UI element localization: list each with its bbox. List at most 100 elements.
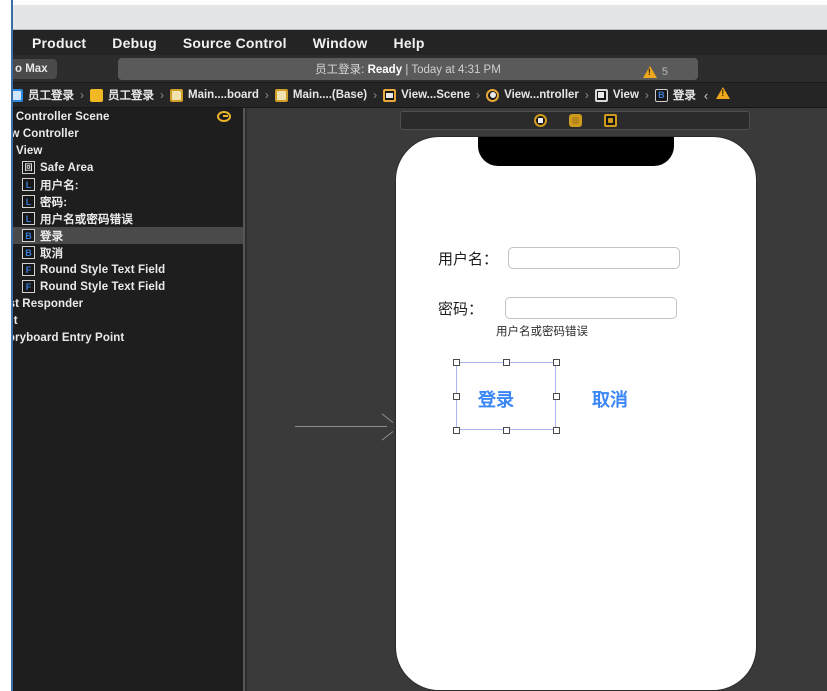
device-preview[interactable]: 用户名： 密码： 用户名或密码错误 登录 取消 [395, 136, 757, 691]
menu-bar[interactable]: Product Debug Source Control Window Help [0, 30, 827, 55]
breadcrumb-item-folder[interactable]: 员工登录 [90, 87, 154, 103]
outline-row[interactable]: F Round Style Text Field [0, 278, 243, 295]
outline-row[interactable]: toryboard Entry Point [0, 329, 243, 346]
selection-handle-bottom-right[interactable] [553, 427, 560, 434]
drag-connection-arrow [295, 412, 394, 441]
outline-row[interactable]: View [0, 142, 243, 159]
breadcrumb-item-view-controller[interactable]: View...ntroller [486, 88, 579, 102]
username-row: 用户名： [438, 247, 681, 269]
warning-count: 5 [661, 66, 668, 78]
breadcrumb-separator: › [644, 88, 649, 102]
breadcrumb-back-chevron-icon[interactable]: ‹ [704, 88, 708, 103]
breadcrumb-label: 员工登录 [28, 90, 74, 102]
outline-item-type-icon: F [22, 280, 35, 293]
outline-item-label: Safe Area [40, 161, 94, 174]
outline-item-label: 取消 [40, 247, 64, 260]
selection-handle-top-right[interactable] [553, 359, 560, 366]
login-button[interactable]: 登录 [478, 386, 514, 412]
activity-timestamp: Today at 4:31 PM [411, 64, 501, 76]
outline-row[interactable]: B 取消 [0, 244, 243, 261]
view-icon [594, 88, 608, 102]
outline-item-label: 用户名或密码错误 [40, 213, 133, 226]
scene-icon [383, 88, 397, 102]
outline-item-type-icon: L [22, 195, 35, 208]
view-controller-icon [486, 88, 500, 102]
storyboard-canvas[interactable]: 用户名： 密码： 用户名或密码错误 登录 取消 [245, 108, 827, 691]
outline-item-label: r Controller Scene [8, 110, 110, 123]
document-outline-view[interactable]: r Controller Scene ew Controller View 回 Safe… [0, 108, 243, 691]
menu-item-debug[interactable]: Debug [112, 35, 157, 51]
outline-item-type-icon: L [22, 212, 35, 225]
username-label: 用户名： [438, 250, 499, 268]
breadcrumb-item-project[interactable]: 员工登录 [10, 87, 74, 103]
breadcrumb-separator: › [584, 88, 589, 102]
breadcrumb-label: Main....(Base) [292, 89, 368, 101]
toolbar: o Max 员工登录: Ready | Today at 4:31 PM 5 [0, 55, 827, 83]
outline-row[interactable]: xit [0, 312, 243, 329]
selection-handle-bottom-left[interactable] [453, 427, 460, 434]
breadcrumb-item-button[interactable]: B 登录 [654, 87, 696, 103]
outline-item-type-icon: B [22, 246, 35, 259]
xcode-window: Product Debug Source Control Window Help… [0, 0, 827, 691]
window-left-accent [11, 0, 13, 691]
outline-row[interactable]: rst Responder [0, 295, 243, 312]
selection-handle-bottom-center[interactable] [503, 427, 510, 434]
orientation-icon[interactable] [568, 114, 582, 127]
password-row: 密码： [438, 297, 678, 319]
outline-row[interactable]: ew Controller [0, 125, 243, 142]
menu-item-help[interactable]: Help [394, 35, 425, 51]
breadcrumb-separator: › [80, 88, 84, 102]
variations-icon[interactable] [603, 114, 617, 127]
breadcrumb-label: View...ntroller [504, 89, 579, 101]
activity-view[interactable]: 员工登录: Ready | Today at 4:31 PM 5 [118, 58, 698, 80]
outline-item-label: toryboard Entry Point [4, 331, 125, 344]
password-label: 密码： [438, 300, 484, 318]
breadcrumb-item-scene[interactable]: View...Scene [383, 88, 471, 102]
selection-handle-top-left[interactable] [453, 359, 460, 366]
outline-item-type-icon: B [22, 229, 35, 242]
selection-handle-middle-right[interactable] [553, 393, 560, 400]
outline-row[interactable]: L 密码: [0, 193, 243, 210]
outline-item-type-icon: L [22, 178, 35, 191]
storyboard-localized-icon [274, 88, 288, 102]
selection-handle-top-center[interactable] [503, 359, 510, 366]
breadcrumb[interactable]: 员工登录 › 员工登录 › Main....board › Main....(B… [0, 83, 827, 108]
device-notch [478, 137, 674, 166]
breadcrumb-item-storyboard[interactable]: Main....board [170, 88, 259, 102]
outline-row[interactable]: F Round Style Text Field [0, 261, 243, 278]
window-left-edge [0, 0, 11, 691]
outline-row[interactable]: L 用户名: [0, 176, 243, 193]
breadcrumb-separator: › [160, 88, 164, 102]
selection-handle-middle-left[interactable] [453, 393, 460, 400]
outline-row[interactable]: L 用户名或密码错误 [0, 210, 243, 227]
menu-item-product[interactable]: Product [32, 35, 86, 51]
password-input[interactable] [505, 297, 678, 319]
cancel-button[interactable]: 取消 [592, 386, 628, 412]
breadcrumb-item-storyboard-base[interactable]: Main....(Base) [274, 88, 368, 102]
menu-item-source-control[interactable]: Source Control [183, 35, 287, 51]
warning-triangle-icon [642, 66, 657, 78]
outline-item-label: 密码: [40, 196, 68, 209]
username-input[interactable] [508, 247, 681, 269]
view-as-device-icon[interactable] [533, 114, 547, 127]
device-options-bar[interactable] [400, 111, 750, 130]
activity-state: Ready [367, 64, 403, 76]
breadcrumb-label: 登录 [672, 90, 696, 102]
breadcrumb-item-view[interactable]: View [594, 88, 639, 102]
outline-row[interactable]: 回 Safe Area [0, 159, 243, 176]
outline-item-type-icon: F [22, 263, 35, 276]
outline-item-label: ew Controller [4, 127, 79, 140]
activity-warning-group[interactable]: 5 [642, 61, 668, 83]
outline-row[interactable]: B 登录 [0, 227, 243, 244]
button-icon: B [654, 88, 668, 102]
breadcrumb-separator: › [264, 88, 269, 102]
outline-item-label: 登录 [40, 230, 64, 243]
breadcrumb-separator: › [476, 88, 481, 102]
scheme-destination-button[interactable]: o Max [6, 59, 57, 79]
breadcrumb-separator: › [373, 88, 378, 102]
menu-item-window[interactable]: Window [313, 35, 368, 51]
breadcrumb-warning-triangle-icon[interactable] [716, 86, 731, 104]
outline-row[interactable]: r Controller Scene [0, 108, 243, 125]
breadcrumb-label: View...Scene [401, 89, 471, 101]
window-chrome-cap [0, 0, 827, 5]
